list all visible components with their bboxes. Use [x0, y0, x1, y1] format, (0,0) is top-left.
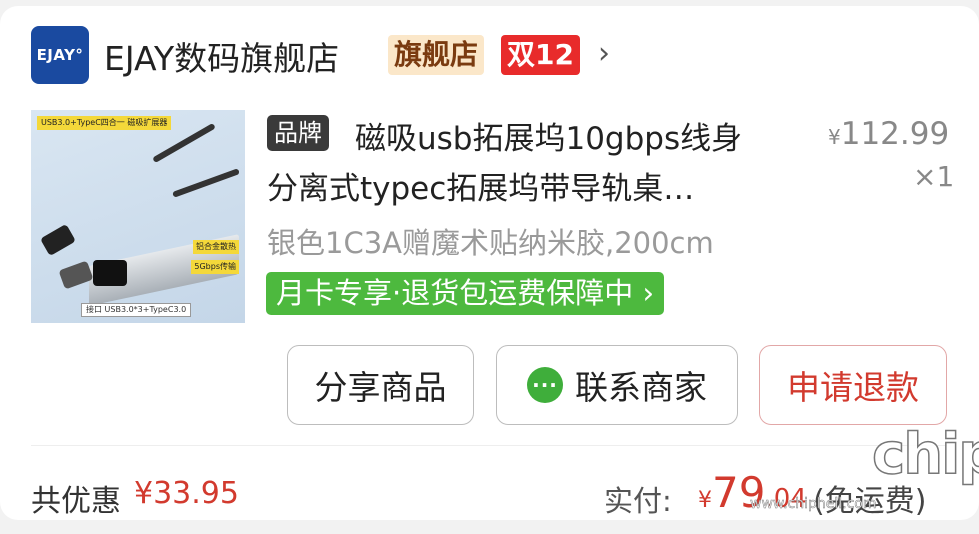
- product-spec: 银色1C3A赠魔术贴纳米胶,200cm: [267, 226, 714, 260]
- brand-tag: 品牌: [267, 115, 329, 151]
- store-logo[interactable]: EJAY°: [31, 26, 89, 84]
- image-label-side2: 5Gbps传输: [191, 260, 239, 274]
- product-title-line1[interactable]: 磁吸usb拓展坞10gbps线身: [355, 113, 742, 158]
- product-title-line2[interactable]: 分离式typec拓展坞带导轨桌…: [267, 163, 694, 208]
- price-currency: ¥: [828, 125, 841, 149]
- price-value: 112.99: [840, 116, 950, 152]
- product-image[interactable]: USB3.0+TypeC四合一 磁吸扩展器 铝合金散热 5Gbps传输 接口 U…: [31, 110, 245, 323]
- store-name[interactable]: EJAY数码旗舰店: [104, 32, 339, 80]
- image-label-side1: 铝合金散热: [193, 240, 239, 254]
- promo-bar[interactable]: 月卡专享·退货包运费保障中 ›: [266, 272, 665, 315]
- discount-value: ¥33.95: [134, 476, 239, 511]
- paid-label: 实付:: [604, 484, 672, 518]
- usb-plug-graphic: [40, 223, 76, 257]
- promo-text: 月卡专享·退货包运费保障中: [276, 276, 634, 310]
- paid-currency: ¥: [698, 488, 712, 513]
- contact-seller-button[interactable]: ··· 联系商家: [496, 345, 738, 425]
- flagship-badge: 旗舰店: [388, 35, 485, 75]
- cable-graphic: [172, 168, 240, 198]
- watermark-url: www.chiphell.com: [750, 496, 877, 513]
- image-label-top: USB3.0+TypeC四合一 磁吸扩展器: [37, 116, 172, 130]
- order-card: EJAY° EJAY数码旗舰店 旗舰店 双12 › USB3.0+TypeC四合…: [0, 6, 979, 520]
- product-price: ¥112.99: [828, 116, 949, 152]
- divider: [31, 445, 947, 446]
- chat-bubble-icon: ···: [527, 367, 563, 403]
- chevron-right-icon: ›: [633, 276, 655, 310]
- chevron-right-icon[interactable]: ›: [598, 36, 610, 71]
- share-button[interactable]: 分享商品: [287, 345, 474, 425]
- contact-seller-label: 联系商家: [575, 368, 707, 407]
- product-quantity: ×1: [913, 160, 955, 193]
- usb-receiver-graphic: [93, 260, 127, 286]
- discount-label: 共优惠: [31, 484, 121, 519]
- watermark-logo: chip: [871, 421, 979, 488]
- refund-button[interactable]: 申请退款: [759, 345, 947, 425]
- event-badge: 双12: [501, 35, 580, 75]
- image-label-bottom: 接口 USB3.0*3+TypeC3.0: [81, 303, 192, 317]
